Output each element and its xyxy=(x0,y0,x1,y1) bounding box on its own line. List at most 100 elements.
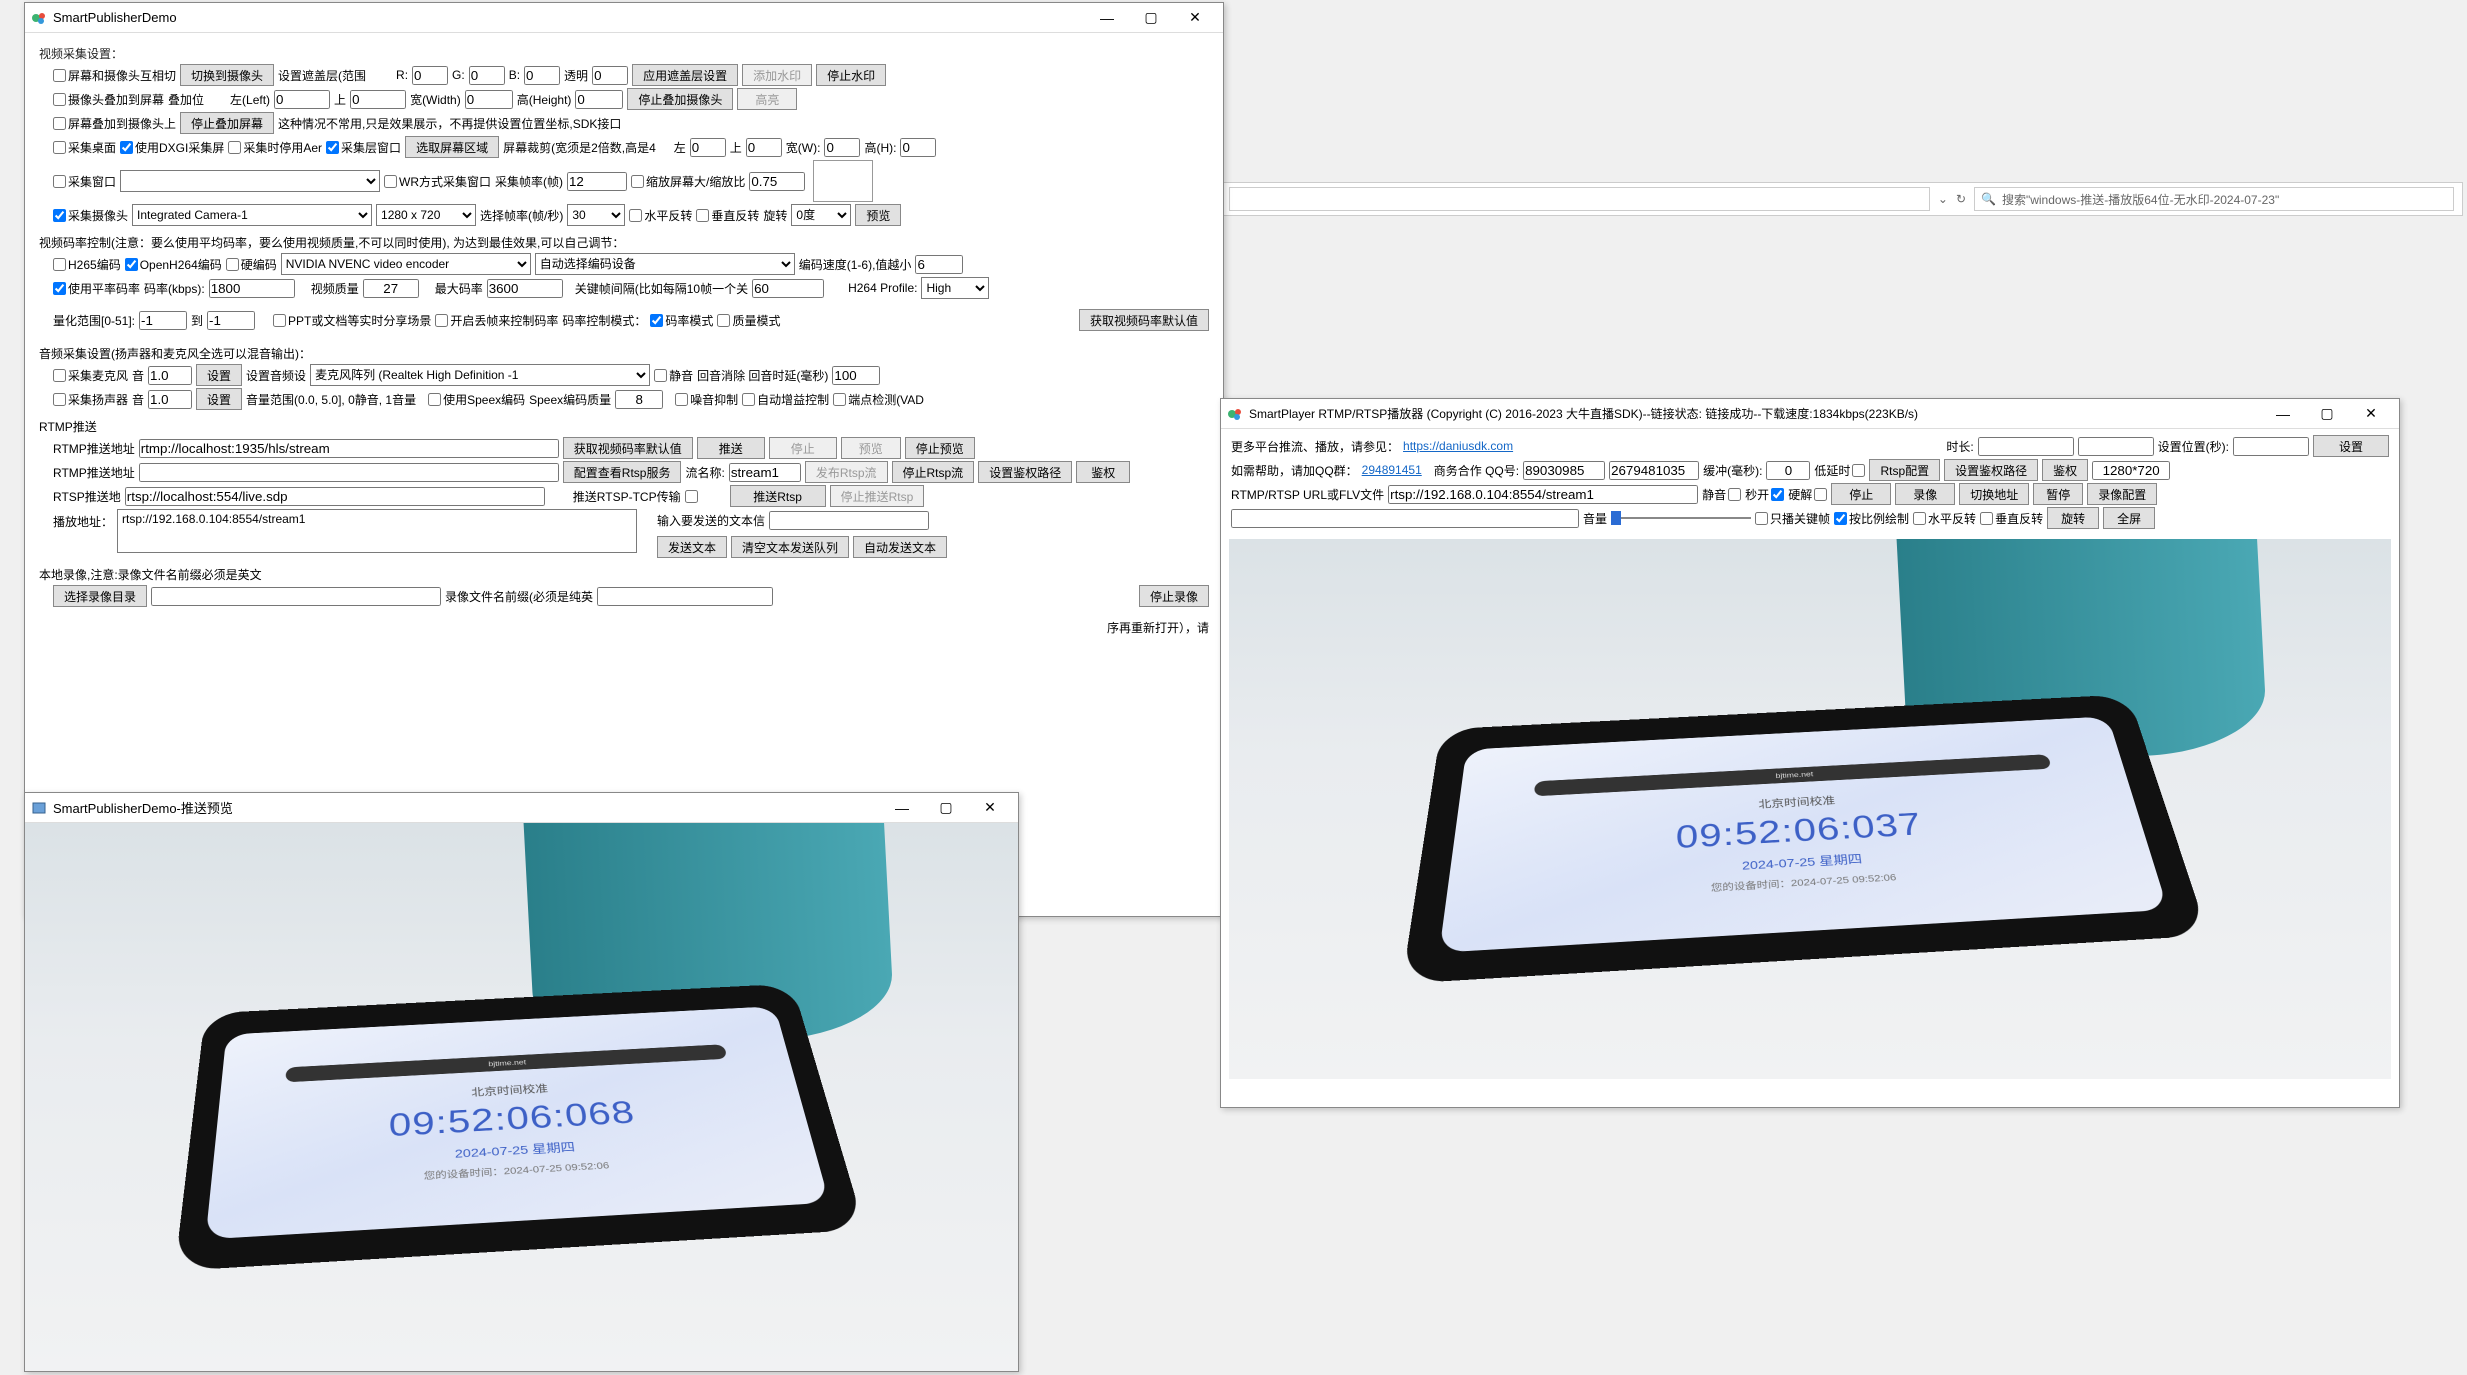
address-bar[interactable] xyxy=(1229,187,1930,211)
stop-record-button[interactable]: 停止录像 xyxy=(1139,585,1209,607)
ck-hw[interactable]: 硬编码 xyxy=(226,256,277,273)
window-select[interactable] xyxy=(120,170,380,192)
minimize-button[interactable]: — xyxy=(1085,3,1129,33)
ck-agc[interactable]: 自动增益控制 xyxy=(742,391,829,408)
camera-select[interactable]: Integrated Camera-1 xyxy=(132,204,372,226)
max-rate-input[interactable] xyxy=(487,279,563,298)
mask-b-input[interactable] xyxy=(524,66,560,85)
player-minimize-button[interactable]: — xyxy=(2261,399,2305,429)
speex-q-input[interactable] xyxy=(615,390,663,409)
preview-button[interactable]: 预览 xyxy=(855,204,901,226)
ck-ppt-share[interactable]: PPT或文档等实时分享场景 xyxy=(273,312,431,329)
mask-g-input[interactable] xyxy=(469,66,505,85)
switch-addr-button[interactable]: 切换地址 xyxy=(1959,483,2029,505)
stop-overlay-camera-button[interactable]: 停止叠加摄像头 xyxy=(627,88,733,110)
stop-button[interactable]: 停止 xyxy=(769,437,837,459)
stop-preview-button[interactable]: 停止预览 xyxy=(905,437,975,459)
ck-rtsp-tcp[interactable] xyxy=(685,490,698,503)
rotate-select[interactable]: 0度 xyxy=(791,204,851,226)
overlay-width-input[interactable] xyxy=(465,90,513,109)
ck-avg-rate[interactable]: 使用平率码率 xyxy=(53,280,140,297)
duration-input[interactable] xyxy=(1978,437,2074,456)
url-input[interactable] xyxy=(1388,485,1698,504)
ck-wr-mode[interactable]: WR方式采集窗口 xyxy=(384,173,491,190)
ck-player-mute[interactable]: 静音 xyxy=(1702,486,1741,503)
rotate-button[interactable]: 旋转 xyxy=(2047,507,2099,529)
scale-input[interactable] xyxy=(749,172,805,191)
switch-to-camera-button[interactable]: 切换到摄像头 xyxy=(180,64,274,86)
qr-hi-input[interactable] xyxy=(207,311,255,330)
ck-speex[interactable]: 使用Speex编码 xyxy=(428,391,525,408)
overlay-height-input[interactable] xyxy=(575,90,623,109)
ck-ns[interactable]: 噪音抑制 xyxy=(675,391,738,408)
ck-mute[interactable]: 静音 xyxy=(654,367,693,384)
stop-push-rtsp-button[interactable]: 停止推送Rtsp xyxy=(830,485,925,507)
stop-rtsp-button[interactable]: 停止Rtsp流 xyxy=(892,461,975,483)
volume-slider[interactable] xyxy=(1611,509,1751,527)
bitrate-input[interactable] xyxy=(209,279,295,298)
qq-group-link[interactable]: 294891451 xyxy=(1362,463,1422,477)
overlay-top-input[interactable] xyxy=(350,90,406,109)
auth-path-button[interactable]: 设置鉴权路径 xyxy=(1944,459,2038,481)
ck-vad[interactable]: 端点检测(VAD xyxy=(833,391,924,408)
ck-sec-on[interactable]: 秒开 xyxy=(1745,486,1784,503)
push-button[interactable]: 推送 xyxy=(697,437,765,459)
ck-use-dxgi[interactable]: 使用DXGI采集屏 xyxy=(120,139,224,156)
search-box[interactable]: 🔍 搜索"windows-推送-播放版64位-无水印-2024-07-23" xyxy=(1974,187,2454,211)
mask-r-input[interactable] xyxy=(412,66,448,85)
resolution-select[interactable]: 1280 x 720 xyxy=(376,204,476,226)
rtmp-address2-input[interactable] xyxy=(139,463,559,482)
fullscreen-button[interactable]: 全屏 xyxy=(2103,507,2155,529)
choose-dir-button[interactable]: 选择录像目录 xyxy=(53,585,147,607)
ck-scale-screen[interactable]: 缩放屏幕大/缩放比 xyxy=(631,173,745,190)
spk-vol-input[interactable] xyxy=(148,390,192,409)
setpos-button[interactable]: 设置 xyxy=(2313,435,2389,457)
auth-button[interactable]: 鉴权 xyxy=(1076,461,1130,483)
ck-keyframe-only[interactable]: 只播关键帧 xyxy=(1755,510,1830,527)
highlight-button[interactable]: 高亮 xyxy=(737,88,797,110)
crop-top-input[interactable] xyxy=(746,138,782,157)
get-rate-defaults2-button[interactable]: 获取视频码率默认值 xyxy=(563,437,693,459)
text-to-send-input[interactable] xyxy=(769,511,929,530)
record-dir-input[interactable] xyxy=(151,587,441,606)
ck-cap-layered[interactable]: 采集层窗口 xyxy=(326,139,401,156)
encode-speed-input[interactable] xyxy=(915,255,963,274)
ck-cap-window[interactable]: 采集窗口 xyxy=(53,173,116,190)
ck-quality-mode[interactable]: 质量模式 xyxy=(717,312,780,329)
qq1-input[interactable] xyxy=(1523,461,1605,480)
fps-input[interactable] xyxy=(567,172,627,191)
ck-cap-desktop[interactable]: 采集桌面 xyxy=(53,139,116,156)
cfg-rtsp-button[interactable]: 配置查看Rtsp服务 xyxy=(563,461,682,483)
qq2-input[interactable] xyxy=(1609,461,1699,480)
ck-scale-draw[interactable]: 按比例绘制 xyxy=(1834,510,1909,527)
set-auth-path-button[interactable]: 设置鉴权路径 xyxy=(978,461,1072,483)
clear-text-button[interactable]: 清空文本发送队列 xyxy=(731,536,849,558)
ck-mic[interactable]: 采集麦克风 xyxy=(53,367,128,384)
crop-h-input[interactable] xyxy=(900,138,936,157)
qr-lo-input[interactable] xyxy=(139,311,187,330)
apply-mask-button[interactable]: 应用遮盖层设置 xyxy=(632,64,738,86)
profile-select[interactable]: High xyxy=(921,277,989,299)
preview-close-button[interactable]: ✕ xyxy=(968,793,1012,823)
player-stop-button[interactable]: 停止 xyxy=(1831,483,1891,505)
select-region-button[interactable]: 选取屏幕区域 xyxy=(405,136,499,158)
ck-cap-camera[interactable]: 采集摄像头 xyxy=(53,207,128,224)
auto-send-button[interactable]: 自动发送文本 xyxy=(853,536,947,558)
dropdown-icon[interactable]: ⌄ xyxy=(1938,192,1948,206)
position-input[interactable] xyxy=(2078,437,2154,456)
extra-input[interactable] xyxy=(1231,509,1579,528)
play-address-textarea[interactable]: rtsp://192.168.0.104:8554/stream1 xyxy=(117,509,637,553)
echo-input[interactable] xyxy=(832,366,880,385)
send-text-button[interactable]: 发送文本 xyxy=(657,536,727,558)
close-button[interactable]: ✕ xyxy=(1173,3,1217,33)
ck-screen-overlay-cam[interactable]: 屏幕叠加到摄像头上 xyxy=(53,115,176,132)
ck-rate-mode[interactable]: 码率模式 xyxy=(650,312,713,329)
buffer-input[interactable] xyxy=(1766,461,1810,480)
refresh-icon[interactable]: ↻ xyxy=(1956,192,1966,206)
help-url-link[interactable]: https://daniusdk.com xyxy=(1403,439,1513,453)
stream-name-input[interactable] xyxy=(729,463,801,482)
ck-disable-aero[interactable]: 采集时停用Aer xyxy=(228,139,322,156)
ck-hw-dec[interactable]: 硬解 xyxy=(1788,486,1827,503)
push-rtsp-button[interactable]: 推送Rtsp xyxy=(730,485,826,507)
pause-button[interactable]: 暂停 xyxy=(2033,483,2083,505)
